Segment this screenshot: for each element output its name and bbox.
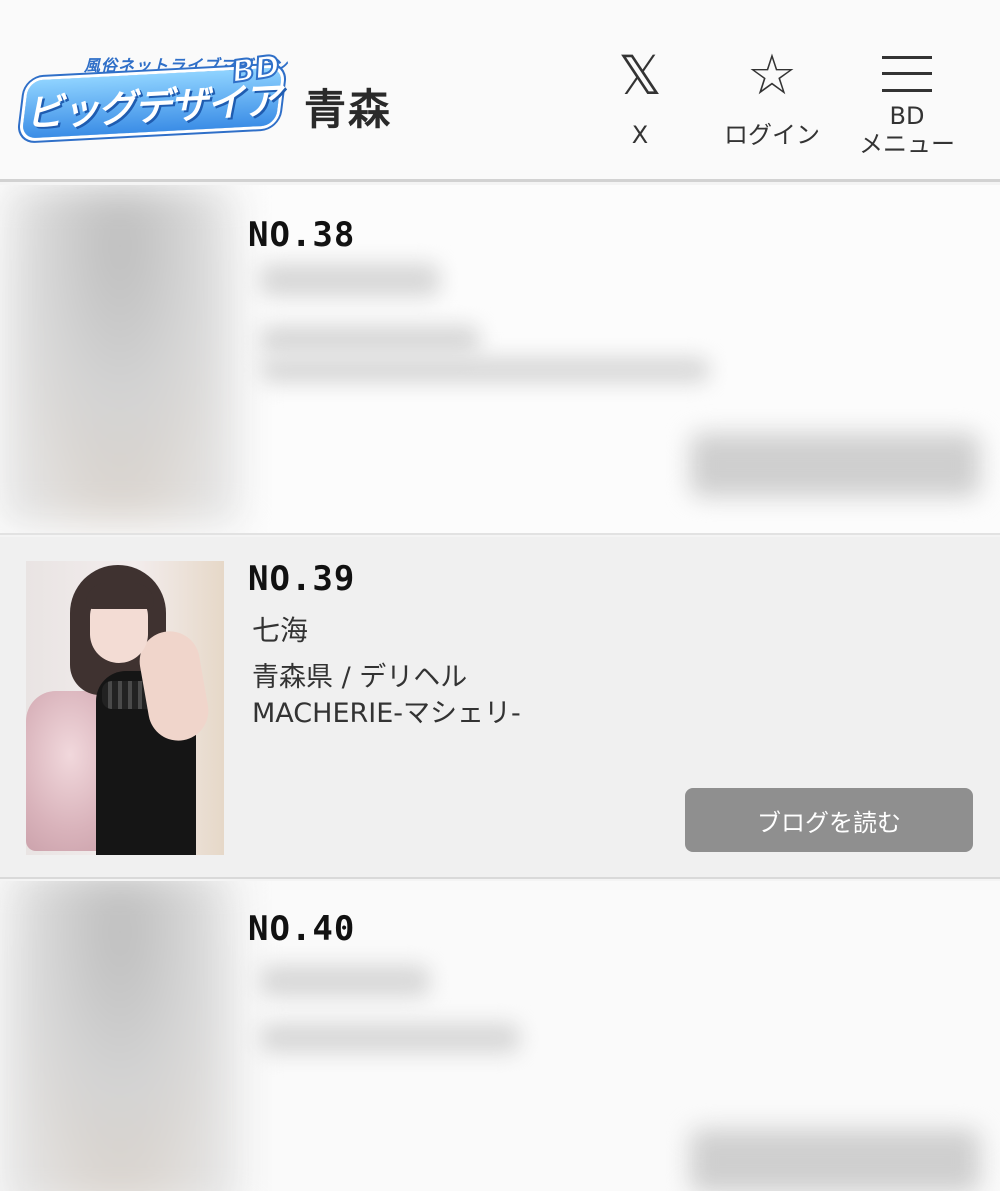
list-item[interactable]: NO.40	[0, 881, 1000, 1191]
blurred-button	[690, 1129, 980, 1191]
item-number: NO.39	[248, 559, 356, 599]
x-share-button[interactable]: 𝕏 X	[605, 46, 675, 150]
logo-badge: BD	[229, 48, 283, 91]
login-label: ログイン	[724, 121, 820, 149]
item-number: NO.38	[248, 215, 356, 255]
site-header: 風俗ネットライブマガジン ビッグデザイア BD 青森 𝕏 X ☆ ログイン BD…	[0, 0, 1000, 182]
site-logo[interactable]: 風俗ネットライブマガジン ビッグデザイア BD	[21, 48, 292, 142]
blurred-text	[260, 325, 480, 355]
region-title: 青森	[304, 85, 393, 134]
item-number: NO.40	[248, 909, 356, 949]
item-area: 青森県 / デリヘル	[252, 662, 468, 693]
blurred-button	[690, 433, 980, 497]
list-item[interactable]: NO.38	[0, 185, 1000, 535]
blurred-text	[260, 965, 430, 997]
item-name[interactable]: 七海	[252, 609, 308, 649]
blurred-text	[260, 1023, 520, 1053]
menu-button[interactable]: BD メニュー	[852, 56, 962, 158]
login-button[interactable]: ☆ ログイン	[712, 46, 832, 150]
item-shop[interactable]: MACHERIE-マシェリ-	[252, 697, 521, 731]
x-logo-icon: 𝕏	[618, 44, 662, 107]
list-item[interactable]: NO.39 七海 青森県 / デリヘル MACHERIE-マシェリ- ブログを読…	[0, 537, 1000, 879]
menu-label-line2: メニュー	[859, 130, 955, 158]
item-photo[interactable]	[26, 561, 224, 855]
blurred-text	[260, 263, 440, 297]
blurred-text	[260, 357, 710, 383]
menu-label-line1: BD	[889, 102, 925, 130]
item-photo-blurred	[0, 185, 240, 525]
hamburger-icon	[882, 56, 932, 92]
star-icon: ☆	[746, 43, 798, 108]
item-photo-blurred	[0, 881, 240, 1191]
read-blog-button[interactable]: ブログを読む	[685, 788, 973, 852]
x-label: X	[631, 121, 649, 149]
